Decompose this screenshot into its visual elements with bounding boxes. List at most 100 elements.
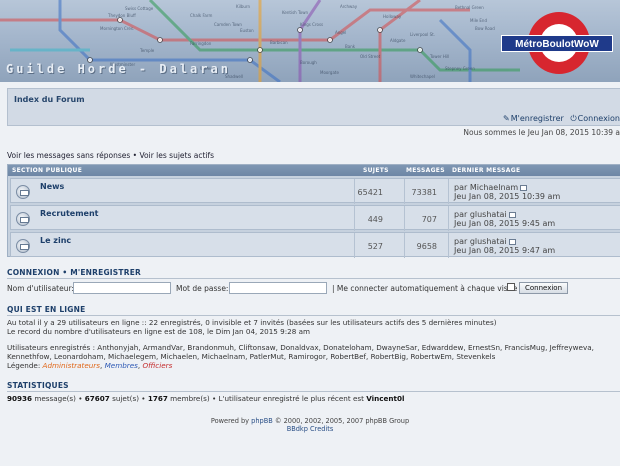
forum-posts-count: 707: [421, 215, 437, 224]
legend-officers[interactable]: Officiers: [142, 361, 172, 370]
forum-last-post: par glushatai Jeu Jan 08, 2015 9:47 am: [454, 237, 555, 255]
svg-text:Whitechapel: Whitechapel: [410, 74, 435, 79]
current-date: Nous sommes le Jeu Jan 08, 2015 10:39 a: [463, 128, 620, 137]
forum-name[interactable]: Recrutement: [40, 209, 99, 218]
view-latest-post-icon[interactable]: [508, 211, 516, 218]
svg-text:Borough: Borough: [300, 60, 317, 65]
svg-text:Kentish Town: Kentish Town: [282, 10, 308, 15]
legend-admins[interactable]: Administrateurs: [43, 361, 100, 370]
forum-posts-count: 9658: [416, 242, 437, 251]
svg-text:Chalk Farm: Chalk Farm: [190, 13, 212, 18]
svg-text:Swiss Cottage: Swiss Cottage: [125, 6, 154, 11]
last-post-date: Jeu Jan 08, 2015 9:45 am: [454, 219, 556, 228]
forum-row[interactable]: Le zinc 527 9658 par glushatai Jeu Jan 0…: [10, 232, 620, 258]
phpbb-link[interactable]: phpBB: [251, 417, 273, 425]
register-icon: ✎: [503, 114, 510, 123]
forum-posts-count: 73381: [411, 188, 437, 197]
password-input[interactable]: [229, 282, 327, 294]
stats-members-label: membre(s) • L'utilisateur enregistré le …: [170, 394, 364, 403]
forum-last-post: par Michaelnam Jeu Jan 08, 2015 10:39 am: [454, 183, 560, 201]
online-heading: QUI EST EN LIGNE: [7, 305, 86, 314]
login-link[interactable]: Connexion: [578, 114, 620, 123]
login-form: Nom d'utilisateur: Mot de passe: | Me co…: [7, 282, 620, 295]
forum-name[interactable]: News: [40, 182, 64, 191]
svg-text:Aldgate: Aldgate: [390, 38, 406, 43]
last-post-date: Jeu Jan 08, 2015 9:47 am: [454, 246, 556, 255]
powered-prefix: Powered by: [210, 417, 250, 425]
online-record: Le record du nombre d'utilisateurs en li…: [7, 327, 310, 336]
login-icon: ⏻: [570, 114, 577, 123]
svg-text:Liverpool St.: Liverpool St.: [410, 32, 435, 37]
online-users-list[interactable]: Utilisateurs enregistrés : Anthonyjah, A…: [7, 343, 594, 352]
forum-topics-count: 449: [367, 215, 383, 224]
last-post-author[interactable]: par glushatai: [454, 237, 507, 246]
forum-name[interactable]: Le zinc: [40, 236, 71, 245]
logo-text[interactable]: MétroBoulotWoW: [501, 35, 613, 52]
svg-text:Stepney Green: Stepney Green: [445, 66, 475, 71]
main-content: Index du Forum ✎M'enregistrer ⏻Connexion…: [0, 82, 620, 466]
svg-text:Temple: Temple: [139, 48, 155, 53]
powered-suffix: © 2000, 2002, 2005, 2007 phpBB Group: [274, 417, 410, 425]
svg-text:Euston: Euston: [240, 28, 254, 33]
svg-text:Kilburn: Kilburn: [236, 4, 250, 9]
credits-link[interactable]: BBdkp Credits: [287, 425, 334, 433]
svg-text:Bank: Bank: [345, 44, 356, 49]
header-posts: MESSAGES: [406, 167, 445, 174]
svg-text:Holloway: Holloway: [383, 14, 402, 19]
view-latest-post-icon[interactable]: [520, 184, 528, 191]
svg-text:Mornington Cres.: Mornington Cres.: [100, 26, 134, 31]
login-button[interactable]: Connexion: [519, 282, 568, 294]
stats-topics-label: sujet(s) •: [112, 394, 146, 403]
forum-topics-count: 65421: [357, 188, 383, 197]
divider: [7, 278, 620, 279]
forum-topics-count: 527: [367, 242, 383, 251]
forum-read-icon: [16, 239, 30, 253]
guild-title: Guilde Horde - Dalaran: [6, 62, 231, 76]
footer-credits: BBdkp Credits: [0, 425, 620, 433]
autologin-checkbox[interactable]: [507, 283, 515, 291]
stats-messages: 90936: [7, 394, 33, 403]
group-legend: Légende: Administrateurs, Membres, Offic…: [7, 361, 173, 370]
divider: [7, 391, 620, 392]
quick-links[interactable]: Voir les messages sans réponses • Voir l…: [7, 151, 214, 160]
svg-text:Theydon Bluff: Theydon Bluff: [107, 13, 136, 18]
last-post-author[interactable]: par Michaelnam: [454, 183, 518, 192]
svg-text:Farringdon: Farringdon: [190, 41, 212, 46]
svg-text:Angel: Angel: [335, 30, 346, 35]
last-post-date: Jeu Jan 08, 2015 10:39 am: [454, 192, 561, 201]
online-users-list-cont[interactable]: Kennethfow, Leonardoham, Michaelegem, Mi…: [7, 352, 495, 361]
login-heading[interactable]: CONNEXION • M'ENREGISTRER: [7, 268, 141, 277]
header-topics: SUJETS: [363, 167, 389, 174]
forum-list: SECTION PUBLIQUE SUJETS MESSAGES DERNIER…: [7, 164, 620, 258]
stats-members: 1767: [147, 394, 168, 403]
stats-topics: 67607: [84, 394, 110, 403]
view-latest-post-icon[interactable]: [508, 238, 516, 245]
forum-row[interactable]: News 65421 73381 par Michaelnam Jeu Jan …: [10, 178, 620, 204]
forum-last-post: par glushatai Jeu Jan 08, 2015 9:45 am: [454, 210, 555, 228]
forum-row[interactable]: Recrutement 449 707 par glushatai Jeu Ja…: [10, 205, 620, 231]
register-link[interactable]: M'enregistrer: [511, 114, 564, 123]
forum-read-icon: [16, 185, 30, 199]
legend-members[interactable]: Membres: [105, 361, 138, 370]
footer-powered: Powered by phpBB © 2000, 2002, 2005, 200…: [0, 417, 620, 425]
header-last-post: DERNIER MESSAGE: [452, 167, 521, 174]
nav-links: ✎M'enregistrer ⏻Connexion: [499, 114, 620, 124]
autologin-label: | Me connecter automatiquement à chaque …: [332, 284, 518, 293]
username-label: Nom d'utilisateur:: [7, 284, 74, 293]
svg-text:Barbican: Barbican: [270, 40, 288, 45]
newest-member-link[interactable]: Vincent0l: [366, 394, 404, 403]
stats-messages-label: message(s) •: [34, 394, 83, 403]
stats-heading: STATISTIQUES: [7, 381, 69, 390]
password-label: Mot de passe:: [176, 284, 229, 293]
navbar: Index du Forum ✎M'enregistrer ⏻Connexion: [7, 88, 620, 126]
header-banner: Kilburn Swiss Cottage Chalk Farm Theydon…: [0, 0, 620, 82]
username-input[interactable]: [73, 282, 171, 294]
forum-index-link[interactable]: Index du Forum: [14, 95, 85, 104]
forum-read-icon: [16, 212, 30, 226]
header-section: SECTION PUBLIQUE: [12, 167, 83, 174]
last-post-author[interactable]: par glushatai: [454, 210, 507, 219]
divider: [7, 315, 620, 316]
stats-line: 90936 message(s) • 67607 sujet(s) • 1767…: [7, 394, 404, 403]
svg-text:Mile End: Mile End: [470, 18, 487, 23]
svg-text:Camden Town: Camden Town: [214, 22, 242, 27]
